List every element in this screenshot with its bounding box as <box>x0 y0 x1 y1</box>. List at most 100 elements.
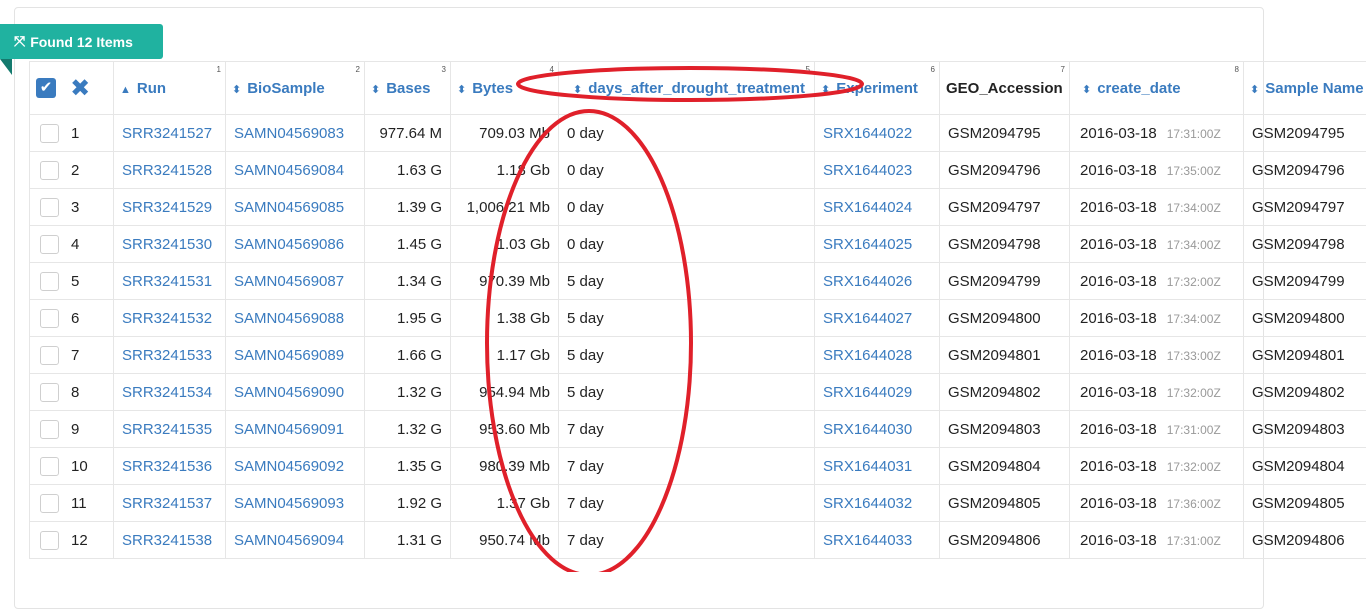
experiment-link[interactable]: SRX1644030 <box>815 411 940 448</box>
table-row[interactable]: 4 SRR3241530 SAMN04569086 1.45 G 1.03 Gb… <box>30 226 1366 263</box>
run-link[interactable]: SRR3241532 <box>114 300 226 337</box>
table-row[interactable]: 9 SRR3241535 SAMN04569091 1.32 G 953.60 … <box>30 411 1366 448</box>
table-row[interactable]: 10 SRR3241536 SAMN04569092 1.35 G 980.39… <box>30 448 1366 485</box>
biosample-link[interactable]: SAMN04569083 <box>226 115 365 152</box>
days-value: 0 day <box>559 115 815 152</box>
row-checkbox[interactable] <box>40 420 59 439</box>
column-header-bases[interactable]: ⬍Bases3 <box>365 62 451 115</box>
column-header-bytes[interactable]: ⬍Bytes4 <box>451 62 559 115</box>
biosample-link[interactable]: SAMN04569094 <box>226 522 365 559</box>
column-header-run[interactable]: ▲Run1 <box>114 62 226 115</box>
row-checkbox[interactable] <box>40 457 59 476</box>
row-select-cell: 1 <box>30 115 114 152</box>
biosample-link[interactable]: SAMN04569090 <box>226 374 365 411</box>
time-text: 17:32:00Z <box>1167 460 1221 474</box>
experiment-link[interactable]: SRX1644032 <box>815 485 940 522</box>
experiment-link[interactable]: SRX1644024 <box>815 189 940 226</box>
row-checkbox[interactable] <box>40 272 59 291</box>
table-row[interactable]: 11 SRR3241537 SAMN04569093 1.92 G 1.37 G… <box>30 485 1366 522</box>
table-row[interactable]: 12 SRR3241538 SAMN04569094 1.31 G 950.74… <box>30 522 1366 559</box>
biosample-link[interactable]: SAMN04569088 <box>226 300 365 337</box>
days-value: 0 day <box>559 189 815 226</box>
biosample-link[interactable]: SAMN04569086 <box>226 226 365 263</box>
biosample-link[interactable]: SAMN04569091 <box>226 411 365 448</box>
table-row[interactable]: 2 SRR3241528 SAMN04569084 1.63 G 1.18 Gb… <box>30 152 1366 189</box>
sort-icon: ⬍ <box>457 84 466 96</box>
results-table: ✔ ✖ ▲Run1 ⬍BioSample2 ⬍Bases3 ⬍Bytes4 ⬍d… <box>29 61 1366 559</box>
row-select-cell: 4 <box>30 226 114 263</box>
results-table-wrapper: ✔ ✖ ▲Run1 ⬍BioSample2 ⬍Bases3 ⬍Bytes4 ⬍d… <box>29 61 1366 572</box>
sort-icon: ⬍ <box>1250 84 1259 96</box>
experiment-link[interactable]: SRX1644028 <box>815 337 940 374</box>
experiment-link[interactable]: SRX1644027 <box>815 300 940 337</box>
sort-icon: ⬍ <box>371 84 380 96</box>
table-row[interactable]: 8 SRR3241534 SAMN04569090 1.32 G 954.94 … <box>30 374 1366 411</box>
table-row[interactable]: 6 SRR3241532 SAMN04569088 1.95 G 1.38 Gb… <box>30 300 1366 337</box>
run-link[interactable]: SRR3241529 <box>114 189 226 226</box>
row-checkbox[interactable] <box>40 124 59 143</box>
experiment-link[interactable]: SRX1644029 <box>815 374 940 411</box>
column-header-days-after-drought-treatment[interactable]: ⬍days_after_drought_treatment5 <box>559 62 815 115</box>
time-text: 17:34:00Z <box>1167 201 1221 215</box>
row-checkbox[interactable] <box>40 235 59 254</box>
table-row[interactable]: 1 SRR3241527 SAMN04569083 977.64 M 709.0… <box>30 115 1366 152</box>
experiment-link[interactable]: SRX1644026 <box>815 263 940 300</box>
row-checkbox[interactable] <box>40 383 59 402</box>
bytes-value: 970.39 Mb <box>451 263 559 300</box>
sample-name-value: GSM2094798 <box>1244 226 1366 263</box>
date-text: 2016-03-18 <box>1080 273 1157 290</box>
row-select-cell: 12 <box>30 522 114 559</box>
clear-selection-icon[interactable]: ✖ <box>70 75 90 102</box>
table-row[interactable]: 5 SRR3241531 SAMN04569087 1.34 G 970.39 … <box>30 263 1366 300</box>
run-link[interactable]: SRR3241530 <box>114 226 226 263</box>
row-checkbox[interactable] <box>40 531 59 550</box>
biosample-link[interactable]: SAMN04569092 <box>226 448 365 485</box>
table-row[interactable]: 3 SRR3241529 SAMN04569085 1.39 G 1,006.2… <box>30 189 1366 226</box>
create-date-value: 2016-03-1817:32:00Z <box>1070 374 1244 411</box>
row-checkbox[interactable] <box>40 198 59 217</box>
sample-name-value: GSM2094803 <box>1244 411 1366 448</box>
bytes-value: 954.94 Mb <box>451 374 559 411</box>
days-value: 0 day <box>559 226 815 263</box>
biosample-link[interactable]: SAMN04569084 <box>226 152 365 189</box>
select-all-header: ✔ ✖ <box>30 62 114 115</box>
run-link[interactable]: SRR3241538 <box>114 522 226 559</box>
biosample-link[interactable]: SAMN04569085 <box>226 189 365 226</box>
biosample-link[interactable]: SAMN04569087 <box>226 263 365 300</box>
sample-name-value: GSM2094800 <box>1244 300 1366 337</box>
run-link[interactable]: SRR3241537 <box>114 485 226 522</box>
date-text: 2016-03-18 <box>1080 458 1157 475</box>
experiment-link[interactable]: SRX1644031 <box>815 448 940 485</box>
run-link[interactable]: SRR3241535 <box>114 411 226 448</box>
date-text: 2016-03-18 <box>1080 236 1157 253</box>
table-row[interactable]: 7 SRR3241533 SAMN04569089 1.66 G 1.17 Gb… <box>30 337 1366 374</box>
days-value: 0 day <box>559 152 815 189</box>
biosample-link[interactable]: SAMN04569089 <box>226 337 365 374</box>
experiment-link[interactable]: SRX1644022 <box>815 115 940 152</box>
column-header-biosample[interactable]: ⬍BioSample2 <box>226 62 365 115</box>
column-header-sample-name[interactable]: ⬍Sample Name <box>1244 62 1366 115</box>
bases-value: 1.32 G <box>365 411 451 448</box>
row-checkbox[interactable] <box>40 494 59 513</box>
experiment-link[interactable]: SRX1644025 <box>815 226 940 263</box>
select-all-checkbox[interactable]: ✔ <box>36 78 56 98</box>
row-checkbox[interactable] <box>40 309 59 328</box>
row-checkbox[interactable] <box>40 161 59 180</box>
biosample-link[interactable]: SAMN04569093 <box>226 485 365 522</box>
run-link[interactable]: SRR3241536 <box>114 448 226 485</box>
column-header-experiment[interactable]: ⬍Experiment6 <box>815 62 940 115</box>
run-link[interactable]: SRR3241528 <box>114 152 226 189</box>
experiment-link[interactable]: SRX1644033 <box>815 522 940 559</box>
create-date-value: 2016-03-1817:34:00Z <box>1070 226 1244 263</box>
run-link[interactable]: SRR3241527 <box>114 115 226 152</box>
run-link[interactable]: SRR3241534 <box>114 374 226 411</box>
row-checkbox[interactable] <box>40 346 59 365</box>
column-header-create-date[interactable]: ⬍create_date8 <box>1070 62 1244 115</box>
run-link[interactable]: SRR3241533 <box>114 337 226 374</box>
experiment-link[interactable]: SRX1644023 <box>815 152 940 189</box>
row-select-cell: 2 <box>30 152 114 189</box>
time-text: 17:31:00Z <box>1167 534 1221 548</box>
row-number: 6 <box>71 310 79 327</box>
bytes-value: 1.18 Gb <box>451 152 559 189</box>
run-link[interactable]: SRR3241531 <box>114 263 226 300</box>
